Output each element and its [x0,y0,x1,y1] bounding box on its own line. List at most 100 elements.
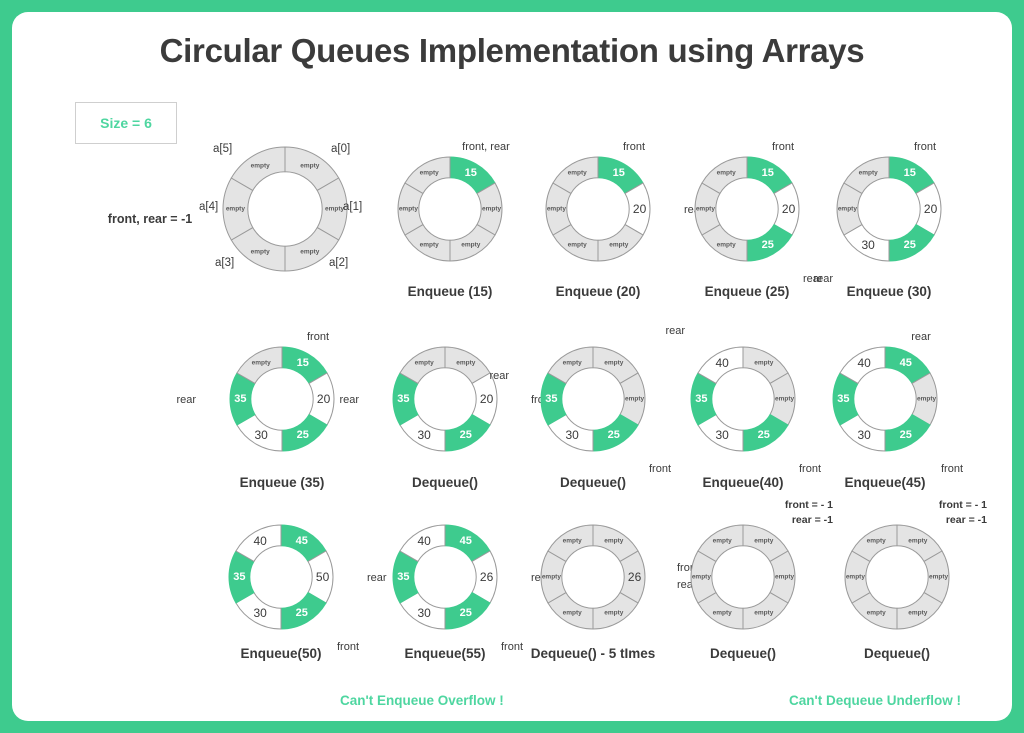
queue-slot-2 [746,223,793,262]
slot-empty-label: empty [908,609,928,617]
slot-empty-label: empty [250,162,270,170]
slot-empty-label: empty [562,537,582,545]
queue-slot-1 [624,182,651,236]
queue-slot-5 [404,156,451,195]
slot-value-label: 30 [565,428,579,443]
queue-slot-5 [552,156,599,195]
queue-slot-1 [307,550,334,604]
queue-slot-5 [235,524,282,563]
slot-empty-label: empty [250,248,270,256]
queue-slot-0 [444,524,491,563]
pointer-label-rear: rear [911,330,931,343]
slot-empty-label: empty [866,537,886,545]
slot-value-label: 26 [627,570,642,584]
array-index-label-2: a[2] [329,257,349,269]
queue-slot-3 [697,413,744,452]
slot-empty-label: empty [604,359,624,367]
queue-slot-3 [399,413,446,452]
queue-slot-5 [839,346,886,385]
queue-slot-3 [235,591,282,630]
queue-slot-4 [228,550,255,604]
slot-value-label: 35 [397,571,410,583]
slot-value-label: 15 [761,166,774,179]
slot-value-label: 25 [903,239,916,252]
queue-slot-0 [280,524,327,563]
page-title: Circular Queues Implementation using Arr… [159,32,865,69]
queue-slot-3 [552,223,599,262]
pointer-label-front: front [913,140,936,153]
queue-slot-0 [742,346,789,385]
queue-slot-1 [769,550,796,604]
slot-empty-label: empty [546,205,566,213]
slot-value-label: 15 [464,166,477,179]
queue-slot-2 [592,591,639,630]
pointer-label-front: front [799,463,822,476]
slot-empty-label: empty [625,395,645,403]
queue-slot-1 [915,182,942,236]
slot-value-label: 15 [612,166,625,179]
queue-slot-2 [444,591,491,630]
slot-value-label: 25 [459,607,472,620]
slot-value-label: 25 [761,239,774,252]
queue-slot-4 [397,182,424,236]
queue-slot-3 [839,413,886,452]
queue-slot-2 [597,223,644,262]
slot-value-label: 35 [695,393,708,405]
slot-value-label: 25 [459,429,472,442]
queue-slot-0 [597,156,644,195]
slot-empty-label: empty [300,248,320,256]
queue-slot-0 [449,156,496,195]
slot-empty-label: empty [754,609,774,617]
slot-empty-label: empty [609,241,629,249]
queue-slot-0 [896,524,943,563]
pointer-label-rear: rear [665,324,685,337]
queue-slot-3 [236,413,283,452]
slot-value-label: 40 [715,355,729,370]
queue-slot-3 [399,591,446,630]
queue-slot-5 [701,156,748,195]
queue-slot-2 [280,591,327,630]
overflow-note: Can't Enqueue Overflow ! [340,693,504,708]
queue-slot-2 [742,591,789,630]
queue-slot-5 [697,346,744,385]
slot-value-label: 25 [899,429,912,442]
queue-slot-2 [444,413,491,452]
pointer-label-front: front [622,140,645,153]
operation-caption: Enqueue(45) [844,475,926,490]
slot-empty-label: empty [461,241,481,249]
slot-empty-label: empty [775,573,795,581]
poster-frame: Circular Queues Implementation using Arr… [12,12,1012,721]
queue-slot-5 [547,524,594,563]
queue-slot-3 [230,226,286,272]
queue-slot-2 [884,413,931,452]
slot-value-label: 30 [254,428,268,443]
queue-slot-2 [742,413,789,452]
queue-slot-4 [690,550,717,604]
queue-slot-0 [592,524,639,563]
queue-slot-2 [281,413,328,452]
queue-slot-0 [884,346,931,385]
queue-slot-1 [923,550,950,604]
slot-value-label: 15 [296,356,309,369]
array-index-label-1: a[1] [343,201,363,213]
slot-empty-label: empty [754,359,774,367]
slot-value-label: 45 [899,356,912,369]
queue-slot-3 [843,223,890,262]
slot-empty-label: empty [754,537,774,545]
array-index-label-4: a[4] [199,201,219,213]
slot-empty-label: empty [419,241,439,249]
pointer-label-front: front [531,394,554,406]
slot-value-label: 40 [417,533,431,548]
array-index-label-3: a[3] [215,257,235,269]
slot-value-label: 45 [295,534,308,547]
slot-value-label: 35 [233,571,246,583]
slot-value-label: 35 [837,393,850,405]
pointer-label-rear: rear [489,370,509,382]
queue-slot-3 [404,223,451,262]
queue-slot-0 [742,524,789,563]
queue-slot-4 [545,182,572,236]
slot-value-label: 45 [459,534,472,547]
pointer-label-rear: rear [531,572,551,584]
pointer-label-rear: rear [684,204,704,216]
queue-slot-2 [888,223,935,262]
